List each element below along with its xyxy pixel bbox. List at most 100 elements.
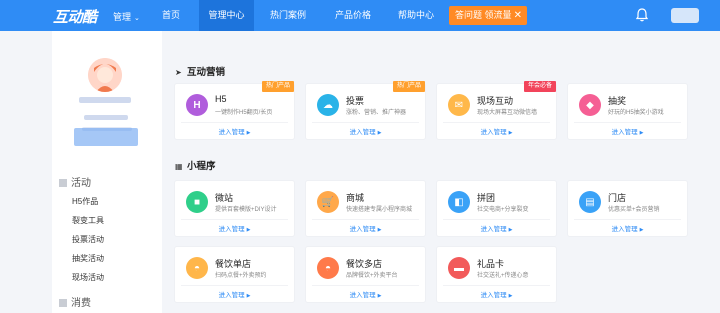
arrow-right-icon: ▶ bbox=[508, 130, 513, 136]
card-title: 商城 bbox=[346, 193, 365, 203]
enter-manage-link[interactable]: 进入管理 ▶ bbox=[437, 126, 556, 136]
divider bbox=[443, 122, 550, 123]
manage-dropdown[interactable]: 管理 ⌄ bbox=[113, 10, 140, 23]
card-title: 门店 bbox=[608, 193, 627, 203]
enter-manage-label: 进入管理 bbox=[349, 129, 376, 136]
card-title: 现场互动 bbox=[477, 96, 514, 106]
card-title: 抽奖 bbox=[608, 96, 627, 106]
card-description: 一键制作H5翻页/长页 bbox=[215, 110, 273, 116]
username-blurred bbox=[79, 97, 131, 103]
enter-manage-label: 进入管理 bbox=[611, 129, 638, 136]
nav-pricing[interactable]: 产品价格 bbox=[329, 0, 377, 31]
enter-manage-label: 进入管理 bbox=[218, 226, 245, 233]
arrow-right-icon: ▶ bbox=[246, 227, 251, 233]
activity-icon bbox=[59, 179, 67, 187]
divider bbox=[312, 285, 419, 286]
product-icon: ◆ bbox=[579, 94, 601, 116]
card-title: 微站 bbox=[215, 193, 234, 203]
product-icon: ☁ bbox=[317, 94, 339, 116]
product-icon: ◧ bbox=[448, 191, 470, 213]
close-icon[interactable]: ✕ bbox=[514, 6, 522, 25]
status-badge: 热门产品 bbox=[392, 81, 425, 92]
manage-label: 管理 bbox=[113, 12, 132, 22]
nav-manage-center[interactable]: 管理中心 bbox=[199, 0, 254, 31]
enter-manage-label: 进入管理 bbox=[480, 226, 507, 233]
nav-hot-cases[interactable]: 热门案例 bbox=[264, 0, 312, 31]
user-avatar-icon bbox=[88, 58, 122, 92]
enter-manage-label: 进入管理 bbox=[611, 226, 638, 233]
promo-label: 答问题 领流量 bbox=[455, 10, 512, 20]
user-menu[interactable] bbox=[671, 8, 699, 23]
nav-home[interactable]: 首页 bbox=[152, 0, 190, 31]
card-marketing-2[interactable]: ✉ 现场互动 现场大屏幕互动微信墙 进入管理 ▶ 年会必备 bbox=[437, 81, 556, 139]
product-icon: ◓ bbox=[317, 257, 339, 279]
sidebar-section-consume: 消费 bbox=[59, 294, 91, 309]
enter-manage-link[interactable]: 进入管理 ▶ bbox=[175, 223, 294, 233]
section-label: 消费 bbox=[71, 298, 91, 309]
enter-manage-link[interactable]: 进入管理 ▶ bbox=[306, 126, 425, 136]
promo-button[interactable]: 答问题 领流量 ✕ bbox=[449, 6, 527, 25]
arrow-right-icon: ▶ bbox=[377, 227, 382, 233]
bell-icon[interactable] bbox=[636, 8, 648, 22]
arrow-right-icon: ▶ bbox=[508, 293, 513, 299]
sidebar-item-vote[interactable]: 投票活动 bbox=[72, 234, 104, 245]
enter-manage-link[interactable]: 进入管理 ▶ bbox=[437, 289, 556, 299]
divider bbox=[181, 122, 288, 123]
sidebar-item-onsite[interactable]: 现场活动 bbox=[72, 272, 104, 283]
card-miniprogram-1[interactable]: 🛒 商城 快速搭建专属小程序商城 进入管理 ▶ bbox=[306, 181, 425, 236]
card-miniprogram-0[interactable]: ■ 微站 提供百套模版+DIY设计 进入管理 ▶ bbox=[175, 181, 294, 236]
card-description: 社交送礼+传递心意 bbox=[477, 273, 529, 279]
card-title: 餐饮多店 bbox=[346, 259, 383, 269]
product-icon: ■ bbox=[186, 191, 208, 213]
card-description: 涨粉、营销、推广神器 bbox=[346, 110, 407, 116]
arrow-right-icon: ▶ bbox=[639, 227, 644, 233]
product-icon: H bbox=[186, 94, 208, 116]
divider bbox=[312, 122, 419, 123]
product-icon: ◓ bbox=[186, 257, 208, 279]
arrow-right-icon: ▶ bbox=[377, 293, 382, 299]
card-description: 扫码点餐+外卖预约 bbox=[215, 273, 267, 279]
logo[interactable]: 互动酷 bbox=[53, 6, 97, 27]
top-navbar: 互动酷 管理 ⌄ 首页 管理中心 热门案例 产品价格 帮助中心 答问题 领流量 ✕ bbox=[0, 0, 720, 31]
section-title-marketing: ➤ 互动营销 bbox=[175, 67, 226, 78]
card-miniprogram-2[interactable]: ◧ 拼团 社交电商+分享裂变 进入管理 ▶ bbox=[437, 181, 556, 236]
enter-manage-label: 进入管理 bbox=[218, 129, 245, 136]
avatar[interactable] bbox=[88, 58, 122, 92]
card-miniprogram-6[interactable]: ▬ 礼品卡 社交送礼+传递心意 进入管理 ▶ bbox=[437, 247, 556, 302]
card-description: 提供百套模版+DIY设计 bbox=[215, 207, 277, 213]
card-marketing-1[interactable]: ☁ 投票涨粉、营销、推广神器进入管理 ▶ 热门产品 bbox=[306, 81, 425, 139]
enter-manage-link[interactable]: 进入管理 ▶ bbox=[306, 223, 425, 233]
divider bbox=[574, 219, 681, 220]
card-title: 礼品卡 bbox=[477, 259, 505, 269]
sidebar-item-h5[interactable]: H5作品 bbox=[72, 196, 98, 207]
card-miniprogram-3[interactable]: ▤ 门店 优惠买单+会员营销 进入管理 ▶ bbox=[568, 181, 687, 236]
enter-manage-link[interactable]: 进入管理 ▶ bbox=[306, 289, 425, 299]
enter-manage-label: 进入管理 bbox=[349, 292, 376, 299]
status-badge: 热门产品 bbox=[261, 81, 294, 92]
enter-manage-link[interactable]: 进入管理 ▶ bbox=[175, 126, 294, 136]
product-icon: ✉ bbox=[448, 94, 470, 116]
enter-manage-link[interactable]: 进入管理 ▶ bbox=[437, 223, 556, 233]
arrow-right-icon: ▶ bbox=[639, 130, 644, 136]
enter-manage-link[interactable]: 进入管理 ▶ bbox=[568, 223, 687, 233]
section-label: 活动 bbox=[71, 178, 91, 189]
nav-help-center[interactable]: 帮助中心 bbox=[392, 0, 440, 31]
sidebar-item-lottery[interactable]: 抽奖活动 bbox=[72, 253, 104, 264]
arrow-right-icon: ▶ bbox=[246, 293, 251, 299]
card-title: 餐饮单店 bbox=[215, 259, 252, 269]
divider bbox=[443, 219, 550, 220]
product-icon: ▤ bbox=[579, 191, 601, 213]
account-button-blurred[interactable] bbox=[74, 128, 138, 146]
card-title: 投票 bbox=[346, 96, 365, 106]
card-marketing-0[interactable]: H H5 一键制作H5翻页/长页进入管理 ▶ 热门产品 bbox=[175, 81, 294, 139]
card-marketing-3[interactable]: ◆ 抽奖 好玩的H5抽奖小游戏 进入管理 ▶ bbox=[568, 84, 687, 139]
card-miniprogram-5[interactable]: ◓ 餐饮多店 品牌餐饮+外卖平台 进入管理 ▶ bbox=[306, 247, 425, 302]
divider bbox=[312, 219, 419, 220]
card-miniprogram-4[interactable]: ◓ 餐饮单店扫码点餐+外卖预约进入管理 ▶ bbox=[175, 247, 294, 302]
card-description: 快速搭建专属小程序商城 bbox=[346, 207, 413, 213]
enter-manage-link[interactable]: 进入管理 ▶ bbox=[568, 126, 687, 136]
sidebar-item-fission[interactable]: 裂变工具 bbox=[72, 215, 104, 226]
enter-manage-link[interactable]: 进入管理 ▶ bbox=[175, 289, 294, 299]
card-title: H5 bbox=[215, 94, 227, 104]
enter-manage-label: 进入管理 bbox=[480, 292, 507, 299]
